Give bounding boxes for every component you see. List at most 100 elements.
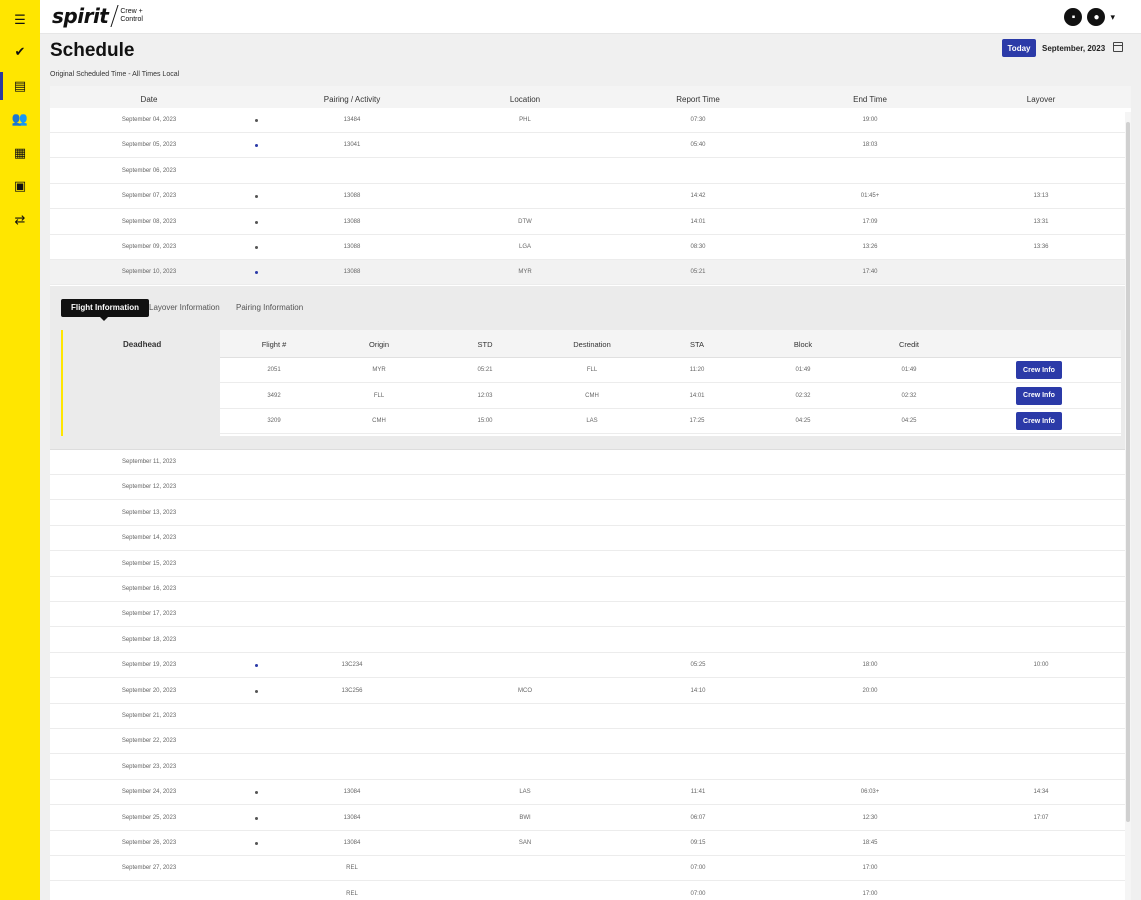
status-dot-icon xyxy=(255,195,258,199)
calendar-picker-icon[interactable] xyxy=(1113,42,1123,52)
flight-cell-block: 02:32 xyxy=(795,392,811,399)
table-row[interactable]: September 10, 2023 13088 MYR 05:21 17:40 xyxy=(50,260,1131,286)
cell-date: September 22, 2023 xyxy=(121,738,177,745)
month-selector[interactable]: September, 2023 xyxy=(1042,44,1105,53)
table-row[interactable]: September 27, 2023 REL 07:00 17:00 xyxy=(50,856,1131,882)
table-row[interactable]: September 08, 2023 13088 DTW 14:01 17:09 13:3… xyxy=(50,209,1131,235)
cell-report: 07:00 xyxy=(690,890,706,897)
col-report-time[interactable]: Report Time xyxy=(676,95,720,104)
cell-end: 18:00 xyxy=(862,662,878,669)
flight-table-header: Flight # Origin STD Destination STA Bloc… xyxy=(220,330,1121,358)
col-date[interactable]: Date xyxy=(141,95,158,104)
user-avatar-icon[interactable]: ● xyxy=(1087,8,1106,26)
cell-date: September 14, 2023 xyxy=(121,535,177,542)
table-row[interactable]: September 16, 2023 xyxy=(50,577,1131,602)
cell-layover: 13:36 xyxy=(1033,244,1049,250)
table-row[interactable]: September 25, 2023 13084 BWI 06:07 12:30 17:0… xyxy=(50,805,1131,831)
tab-layover-information[interactable]: Layover Information xyxy=(149,299,220,317)
cell-pairing: 13088 xyxy=(343,269,361,276)
status-dot-icon xyxy=(255,220,258,224)
table-row[interactable]: REL 07:00 17:00 xyxy=(50,881,1131,900)
people-icon[interactable]: 👥 xyxy=(8,107,32,131)
table-row[interactable]: September 09, 2023 13088 LGA 08:30 13:26 13:3… xyxy=(50,235,1131,260)
table-row[interactable]: September 24, 2023 13084 LAS 11:41 06:03+ 14:… xyxy=(50,780,1131,806)
document-icon[interactable]: ▦ xyxy=(8,141,32,165)
table-row[interactable]: September 23, 2023 xyxy=(50,754,1131,780)
table-row[interactable]: September 15, 2023 xyxy=(50,551,1131,577)
col-end-time[interactable]: End Time xyxy=(853,95,887,104)
menu-icon[interactable]: ☰ xyxy=(8,8,32,32)
cell-location: LGA xyxy=(518,244,532,250)
status-dot-icon xyxy=(255,842,258,845)
flight-cell-std: 05:21 xyxy=(477,367,493,373)
col-std: STD xyxy=(477,340,493,349)
col-pairing[interactable]: Pairing / Activity xyxy=(324,95,380,104)
cell-report: 06:07 xyxy=(690,814,706,821)
crew-info-button[interactable]: Crew Info xyxy=(1016,386,1062,405)
handshake-icon[interactable]: ⇄ xyxy=(8,208,32,232)
cell-pairing: REL xyxy=(346,865,358,872)
cell-date: September 19, 2023 xyxy=(121,662,177,669)
flight-info-panel: Deadhead Flight # Origin STD Destination… xyxy=(61,330,1121,436)
cell-date: September 11, 2023 xyxy=(122,459,176,465)
flight-cell-flight: 3492 xyxy=(267,392,281,399)
table-row[interactable]: September 11, 2023 xyxy=(50,450,1131,475)
bus-icon[interactable]: ▣ xyxy=(8,174,32,198)
tab-pairing-information[interactable]: Pairing Information xyxy=(236,299,303,317)
status-dot-icon xyxy=(255,791,258,795)
logo[interactable]: spirit Crew + Control xyxy=(52,3,148,29)
table-row[interactable]: September 18, 2023 xyxy=(50,627,1131,653)
status-dot-icon xyxy=(255,664,258,668)
cell-layover: 14:34 xyxy=(1033,789,1049,796)
cell-report: 14:10 xyxy=(690,687,706,694)
cell-location: SAN xyxy=(518,840,532,846)
cell-report: 08:30 xyxy=(690,244,706,250)
table-row[interactable]: September 07, 2023 13088 14:42 01:45+ 13:13 xyxy=(50,184,1131,210)
cell-end: 18:45 xyxy=(862,840,878,846)
cell-location: BWI xyxy=(519,814,531,821)
check-circle-icon[interactable]: ✔ xyxy=(8,40,32,64)
table-row[interactable]: September 22, 2023 xyxy=(50,729,1131,755)
col-layover[interactable]: Layover xyxy=(1027,95,1055,104)
crew-info-button[interactable]: Crew Info xyxy=(1016,412,1062,431)
status-dot-icon xyxy=(255,689,258,693)
table-row[interactable]: September 21, 2023 xyxy=(50,704,1131,729)
flight-cell-dest: FLL xyxy=(586,367,598,373)
table-row[interactable]: September 13, 2023 xyxy=(50,500,1131,526)
cell-date: September 13, 2023 xyxy=(121,509,177,516)
cell-report: 05:40 xyxy=(690,142,706,149)
table-row[interactable]: September 19, 2023 13C234 05:25 18:00 10:00 xyxy=(50,653,1131,679)
today-button[interactable]: Today xyxy=(1002,39,1036,57)
cell-report: 07:30 xyxy=(690,117,706,123)
cell-pairing: 13C256 xyxy=(341,687,363,694)
table-row[interactable]: September 04, 2023 13484 PHL 07:30 19:00 xyxy=(50,108,1131,133)
cell-end: 17:00 xyxy=(862,865,878,872)
crew-info-button[interactable]: Crew Info xyxy=(1016,361,1062,379)
chevron-down-icon[interactable]: ▾ xyxy=(1110,12,1115,23)
table-row[interactable]: September 20, 2023 13C256 MCO 14:10 20:00 xyxy=(50,678,1131,704)
table-row[interactable]: September 17, 2023 xyxy=(50,602,1131,628)
cell-end: 06:03+ xyxy=(860,789,880,796)
cell-end: 20:00 xyxy=(862,687,878,694)
cell-date: September 06, 2023 xyxy=(121,167,177,174)
cell-end: 17:09 xyxy=(862,218,878,225)
scrollbar-thumb[interactable] xyxy=(1126,122,1130,822)
col-block: Block xyxy=(793,340,813,349)
tab-flight-information[interactable]: Flight Information xyxy=(61,299,149,321)
calendar-icon[interactable]: ▤ xyxy=(0,72,32,100)
cell-end: 19:00 xyxy=(862,117,878,123)
flight-cell-sta: 14:01 xyxy=(689,392,705,399)
table-row[interactable]: September 12, 2023 xyxy=(50,475,1131,501)
sidebar: ☰ ✔ ▤ 👥 ▦ ▣ ⇄ xyxy=(0,0,40,900)
cell-date: September 25, 2023 xyxy=(121,814,177,821)
col-location[interactable]: Location xyxy=(510,95,540,104)
top-bar: spirit Crew + Control ▪ ● ▾ xyxy=(40,0,1141,34)
cell-date: September 24, 2023 xyxy=(121,789,177,796)
table-row[interactable]: September 05, 2023 13041 05:40 18:03 xyxy=(50,133,1131,159)
cell-date: September 27, 2023 xyxy=(121,865,177,872)
table-row[interactable]: September 06, 2023 xyxy=(50,158,1131,184)
table-row[interactable]: September 26, 2023 13084 SAN 09:15 18:45 xyxy=(50,831,1131,856)
table-row[interactable]: September 14, 2023 xyxy=(50,526,1131,552)
chat-icon[interactable]: ▪ xyxy=(1064,8,1083,26)
flight-cell-dest: CMH xyxy=(585,392,599,399)
